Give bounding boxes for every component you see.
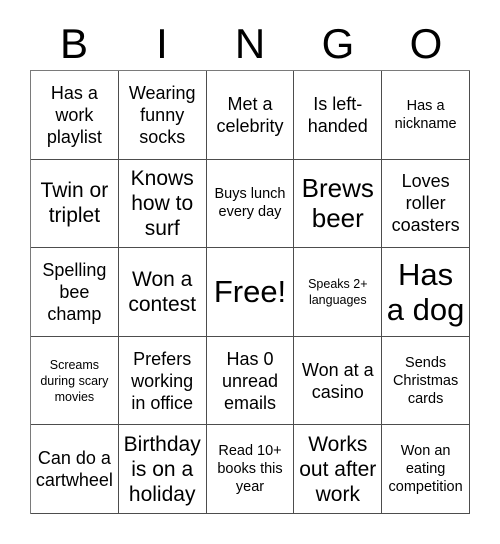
bingo-cell[interactable]: Loves roller coasters <box>382 159 470 249</box>
bingo-cell-label: Has a work playlist <box>46 82 102 147</box>
bingo-cell-label: Wearing funny socks <box>128 82 196 147</box>
bingo-cell[interactable]: Won a contest <box>118 248 207 337</box>
bingo-cell-label: Met a celebrity <box>216 93 284 136</box>
bingo-cell[interactable]: Speaks 2+ languages <box>294 248 383 337</box>
bingo-cell-label: Has 0 unread emails <box>221 348 279 413</box>
bingo-cell-label: Read 10+ books this year <box>217 443 283 496</box>
bingo-cell[interactable]: Spelling bee champ <box>31 248 119 337</box>
bingo-header-letter-o: O <box>409 20 443 67</box>
bingo-card: B I N G O Has a work playlist Wearing fun… <box>0 0 500 544</box>
bingo-cell-label: Buys lunch every day <box>214 186 286 221</box>
bingo-cell-label: Has a dog <box>386 256 465 327</box>
bingo-cell[interactable]: Wearing funny socks <box>118 71 207 160</box>
bingo-cell-label: Screams during scary movies <box>40 357 109 404</box>
bingo-cell[interactable]: Can do a cartwheel <box>31 425 119 514</box>
bingo-cell-label: Brews beer <box>301 173 374 234</box>
bingo-cell[interactable]: Sends Christmas cards <box>382 336 470 426</box>
bingo-cell[interactable]: Has a work playlist <box>31 71 119 160</box>
bingo-cell[interactable]: Has a nickname <box>382 71 470 160</box>
bingo-grid: Has a work playlist Wearing funny socks Me… <box>30 70 470 514</box>
bingo-cell-label: Won an eating competition <box>388 443 463 496</box>
bingo-cell[interactable]: Buys lunch every day <box>206 159 295 249</box>
bingo-header-letter-g: G <box>321 20 355 67</box>
bingo-cell[interactable]: Won an eating competition <box>382 425 470 514</box>
bingo-cell-label: Knows how to surf <box>130 166 194 240</box>
bingo-cell-label: Speaks 2+ languages <box>308 276 368 307</box>
bingo-header-row: B I N G O <box>30 18 470 70</box>
bingo-cell-label: Is left-handed <box>307 93 368 136</box>
bingo-cell[interactable]: Knows how to surf <box>118 159 207 249</box>
bingo-cell[interactable]: Has a dog <box>382 248 470 337</box>
bingo-cell-label: Birthday is on a holiday <box>123 432 201 506</box>
bingo-cell-label: Works out after work <box>299 432 377 506</box>
bingo-header-letter-b: B <box>59 20 88 67</box>
bingo-cell[interactable]: Screams during scary movies <box>31 336 119 426</box>
bingo-cell-free[interactable]: Free! <box>206 248 295 337</box>
bingo-cell-label: Prefers working in office <box>131 348 194 413</box>
bingo-cell[interactable]: Twin or triplet <box>31 159 119 249</box>
bingo-cell-label: Sends Christmas cards <box>392 354 459 407</box>
bingo-cell-label: Won a contest <box>128 267 197 316</box>
bingo-cell[interactable]: Is left-handed <box>294 71 383 160</box>
bingo-cell-label: Free! <box>213 274 287 310</box>
bingo-cell[interactable]: Birthday is on a holiday <box>118 425 207 514</box>
bingo-cell-label: Spelling bee champ <box>42 259 107 324</box>
bingo-cell-label: Won at a casino <box>301 359 374 402</box>
bingo-cell-label: Can do a cartwheel <box>35 448 113 491</box>
bingo-header-letter-i: I <box>156 20 168 67</box>
bingo-cell[interactable]: Has 0 unread emails <box>206 336 295 426</box>
bingo-cell-label: Has a nickname <box>394 97 457 132</box>
bingo-cell[interactable]: Read 10+ books this year <box>206 425 295 514</box>
bingo-cell-label: Twin or triplet <box>40 179 109 228</box>
bingo-header-letter-n: N <box>234 20 266 67</box>
bingo-cell[interactable]: Works out after work <box>294 425 383 514</box>
bingo-cell[interactable]: Met a celebrity <box>206 71 295 160</box>
bingo-cell[interactable]: Prefers working in office <box>118 336 207 426</box>
bingo-cell[interactable]: Brews beer <box>294 159 383 249</box>
bingo-cell-label: Loves roller coasters <box>391 171 460 236</box>
bingo-cell[interactable]: Won at a casino <box>294 336 383 426</box>
